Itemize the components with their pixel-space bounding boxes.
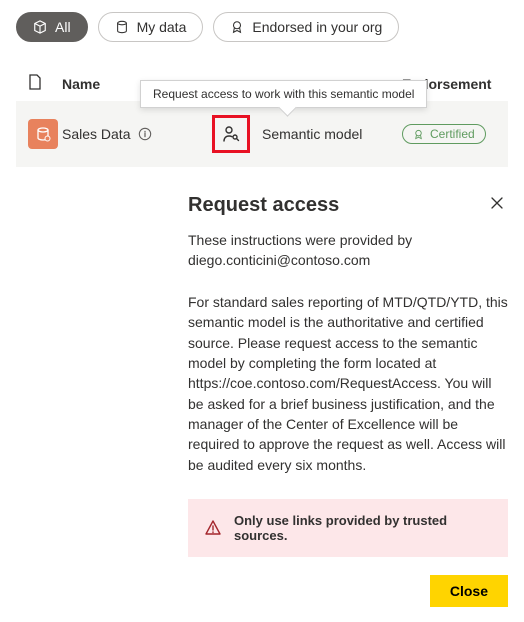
- filter-my-data-label: My data: [137, 19, 187, 35]
- badge-text: Certified: [430, 127, 475, 141]
- panel-body: For standard sales reporting of MTD/QTD/…: [188, 292, 508, 475]
- filter-all[interactable]: All: [16, 12, 88, 42]
- filter-endorsed-label: Endorsed in your org: [252, 19, 382, 35]
- panel-close-icon[interactable]: [486, 194, 508, 217]
- close-icon: [490, 196, 504, 210]
- filter-my-data[interactable]: My data: [98, 12, 204, 42]
- tooltip-text: Request access to work with this semanti…: [153, 87, 414, 101]
- info-icon[interactable]: [138, 127, 152, 141]
- warning-banner: Only use links provided by trusted sourc…: [188, 499, 508, 557]
- filter-row: All My data Endorsed in your org: [16, 12, 508, 42]
- person-key-icon: [221, 124, 241, 144]
- request-access-panel: Request access These instructions were p…: [188, 194, 508, 607]
- request-access-tooltip: Request access to work with this semanti…: [140, 80, 427, 108]
- row-name: Sales Data: [62, 126, 212, 142]
- ribbon-icon: [413, 129, 424, 140]
- database-icon: [115, 20, 129, 34]
- filter-endorsed[interactable]: Endorsed in your org: [213, 12, 399, 42]
- row-type: Semantic model: [262, 126, 402, 142]
- request-access-button[interactable]: [212, 115, 250, 153]
- close-button[interactable]: Close: [430, 575, 508, 607]
- filter-all-label: All: [55, 19, 71, 35]
- cube-icon: [33, 20, 47, 34]
- table-row[interactable]: Sales Data Semantic model Certified: [16, 101, 508, 167]
- semantic-model-icon: [28, 119, 58, 149]
- panel-title: Request access: [188, 194, 339, 217]
- warning-text: Only use links provided by trusted sourc…: [234, 513, 492, 543]
- column-icon-header: [28, 74, 62, 93]
- panel-provided-by: These instructions were provided by dieg…: [188, 231, 508, 270]
- ribbon-icon: [230, 20, 244, 34]
- row-name-text: Sales Data: [62, 126, 130, 142]
- warning-icon: [204, 519, 222, 537]
- certified-badge: Certified: [402, 124, 486, 144]
